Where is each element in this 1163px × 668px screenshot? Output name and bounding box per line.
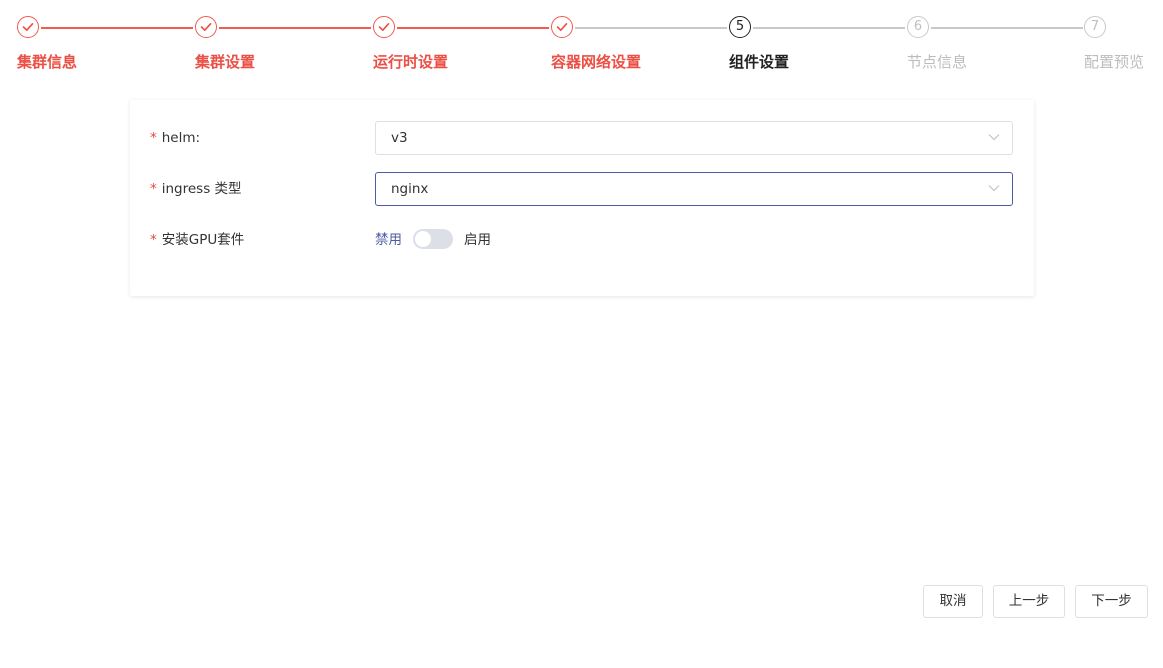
step-label: 运行时设置 xyxy=(373,53,449,71)
step-circle xyxy=(373,16,395,38)
gpu-toggle[interactable] xyxy=(413,229,453,249)
check-icon xyxy=(200,22,212,31)
form-row-gpu: * 安装GPU套件 禁用 启用 xyxy=(130,223,1034,257)
step-circle xyxy=(551,16,573,38)
chevron-down-icon xyxy=(988,134,1000,141)
step-connector-4 xyxy=(575,27,727,29)
required-mark: * xyxy=(150,130,157,146)
step-label: 配置预览 xyxy=(1084,53,1145,71)
required-mark: * xyxy=(150,181,157,197)
step-connector-1 xyxy=(41,27,193,29)
required-mark: * xyxy=(150,232,157,248)
step-connector-6 xyxy=(931,27,1083,29)
ingress-type-select[interactable]: nginx xyxy=(375,172,1013,206)
chevron-down-icon xyxy=(988,185,1000,192)
helm-select[interactable]: v3 xyxy=(375,121,1013,155)
step-label: 容器网络设置 xyxy=(551,53,642,71)
helm-label: * helm: xyxy=(150,121,200,155)
toggle-knob xyxy=(415,231,431,247)
component-settings-form: * helm: v3 * ingress 类型 nginx * 安装GPU套件 … xyxy=(130,100,1034,296)
form-row-helm: * helm: v3 xyxy=(130,121,1034,155)
check-icon xyxy=(378,22,390,31)
step-number: 7 xyxy=(1084,16,1106,38)
step-connector-5 xyxy=(753,27,905,29)
switch-on-label[interactable]: 启用 xyxy=(464,223,491,257)
step-connector-3 xyxy=(397,27,549,29)
prev-step-button[interactable]: 上一步 xyxy=(993,585,1065,618)
step-label: 集群设置 xyxy=(195,53,256,71)
switch-off-label[interactable]: 禁用 xyxy=(375,223,402,257)
check-icon xyxy=(556,22,568,31)
step-label: 集群信息 xyxy=(17,53,78,71)
gpu-label: * 安装GPU套件 xyxy=(150,223,244,257)
cancel-button[interactable]: 取消 xyxy=(923,585,983,618)
ingress-label: * ingress 类型 xyxy=(150,172,242,206)
form-row-ingress: * ingress 类型 nginx xyxy=(130,172,1034,206)
step-label: 组件设置 xyxy=(729,53,790,71)
step-circle xyxy=(195,16,217,38)
page: 集群信息 集群设置 运行时设置 容器网络设置 5 组件设置 6 节点信息 7 配… xyxy=(0,0,1163,668)
next-step-button[interactable]: 下一步 xyxy=(1075,585,1148,618)
helm-label-text: helm: xyxy=(161,130,201,146)
check-icon xyxy=(22,22,34,31)
ingress-label-text: ingress 类型 xyxy=(161,181,242,197)
gpu-label-text: 安装GPU套件 xyxy=(161,232,245,248)
helm-select-value: v3 xyxy=(391,130,408,146)
steps-bar: 集群信息 集群设置 运行时设置 容器网络设置 5 组件设置 6 节点信息 7 配… xyxy=(0,0,1163,80)
step-circle xyxy=(17,16,39,38)
ingress-select-value: nginx xyxy=(391,181,429,197)
step-connector-2 xyxy=(219,27,371,29)
step-number: 6 xyxy=(907,16,929,38)
step-label: 节点信息 xyxy=(907,53,968,71)
step-number: 5 xyxy=(729,16,751,38)
